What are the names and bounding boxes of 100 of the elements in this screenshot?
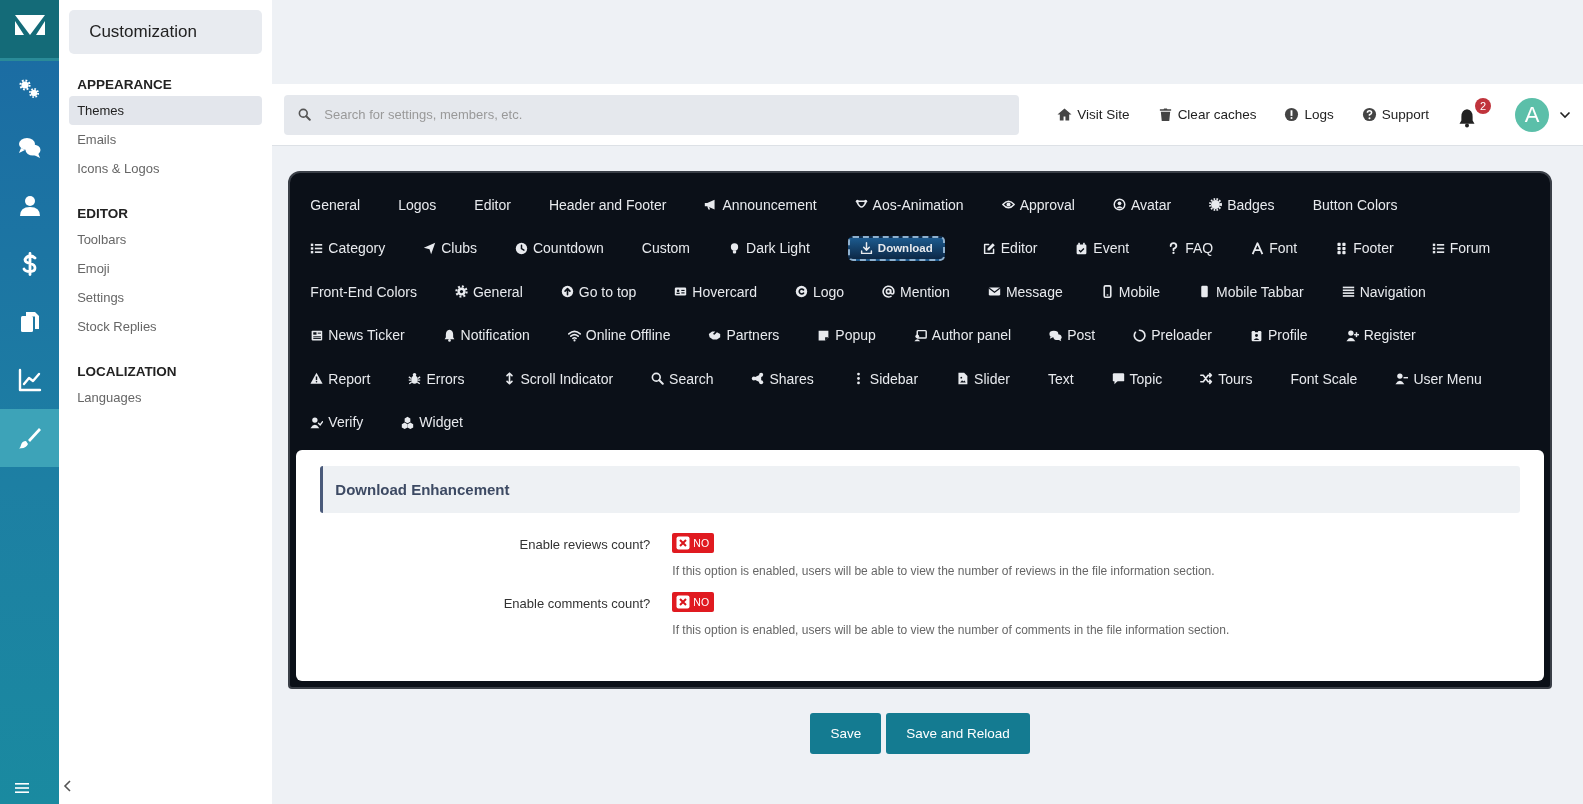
- tab[interactable]: Footer: [1335, 240, 1394, 257]
- tab[interactable]: Hovercard: [674, 283, 757, 300]
- chevron-left-icon[interactable]: [63, 778, 74, 794]
- tab[interactable]: Topic: [1111, 370, 1163, 387]
- tab[interactable]: Dark Light: [728, 240, 810, 257]
- tab[interactable]: Errors: [408, 370, 465, 387]
- tab[interactable]: Sidebar: [851, 370, 919, 387]
- tab[interactable]: General: [454, 283, 523, 300]
- tab[interactable]: Verify: [310, 414, 364, 431]
- badge-icon: [1209, 198, 1223, 212]
- tab[interactable]: Report: [310, 370, 371, 387]
- sidebar-item[interactable]: Themes: [69, 96, 263, 125]
- tab[interactable]: Preloader: [1133, 327, 1212, 344]
- sidebar-item[interactable]: Languages: [69, 383, 263, 412]
- cubes-icon: [401, 415, 415, 429]
- tab[interactable]: Widget: [401, 414, 463, 431]
- tab[interactable]: Slider: [956, 370, 1010, 387]
- tab[interactable]: News Ticker: [310, 327, 405, 344]
- tab[interactable]: Avatar: [1112, 196, 1172, 213]
- question-circle-icon: [1361, 107, 1377, 122]
- sidebar-item[interactable]: Emails: [69, 125, 263, 154]
- chevron-down-icon[interactable]: [1559, 110, 1571, 119]
- tab[interactable]: Approval: [1001, 196, 1075, 213]
- notifications-button[interactable]: 2: [1457, 97, 1491, 132]
- tab[interactable]: Font: [1251, 240, 1298, 257]
- tab[interactable]: Profile: [1249, 327, 1308, 344]
- visit-site-link[interactable]: Visit Site: [1057, 107, 1130, 122]
- tab[interactable]: Front-End Colors: [310, 283, 417, 300]
- tab[interactable]: Logo: [794, 283, 845, 300]
- tab[interactable]: Announcement: [704, 196, 817, 213]
- envelope-icon: [987, 285, 1001, 299]
- tab[interactable]: Message: [987, 283, 1063, 300]
- tab[interactable]: Logos: [398, 196, 437, 213]
- arrow-up-circle-icon: [560, 285, 574, 299]
- sidebar-item[interactable]: Stock Replies: [69, 312, 263, 341]
- tab[interactable]: Badges: [1209, 196, 1275, 213]
- tab[interactable]: FAQ: [1167, 240, 1214, 257]
- tab[interactable]: Editor: [982, 240, 1038, 257]
- tab[interactable]: Search: [651, 370, 714, 387]
- save-and-reload-button[interactable]: Save and Reload: [886, 713, 1030, 754]
- toggle-switch[interactable]: NO: [672, 592, 715, 612]
- tab[interactable]: Font Scale: [1290, 370, 1358, 387]
- logs-link[interactable]: Logs: [1284, 107, 1334, 122]
- tab[interactable]: Event: [1075, 240, 1130, 257]
- tab[interactable]: Go to top: [560, 283, 637, 300]
- sidebar-item[interactable]: Icons & Logos: [69, 154, 263, 183]
- wifi-icon: [567, 328, 581, 342]
- tab[interactable]: Popup: [817, 327, 876, 344]
- tab[interactable]: Forum: [1431, 240, 1491, 257]
- shuffle-icon: [1200, 372, 1214, 386]
- at-sign-icon: [882, 285, 896, 299]
- image-file-icon: [956, 372, 970, 386]
- tab[interactable]: Notification: [442, 327, 530, 344]
- tab[interactable]: Aos-Animation: [854, 196, 964, 213]
- tab[interactable]: Shares: [751, 370, 814, 387]
- tab[interactable]: Mention: [882, 283, 950, 300]
- option-hint: If this option is enabled, users will be able to view the number of reviews in the file information section.: [672, 564, 1215, 578]
- tab[interactable]: Button Colors: [1312, 196, 1398, 213]
- sidebar-item[interactable]: Emoji: [69, 254, 263, 283]
- sidebar-item[interactable]: Settings: [69, 283, 263, 312]
- tab[interactable]: Register: [1345, 327, 1416, 344]
- tab[interactable]: Category: [310, 240, 386, 257]
- support-link[interactable]: Support: [1361, 107, 1429, 122]
- menu-icon[interactable]: [14, 780, 30, 796]
- tab[interactable]: Tours: [1200, 370, 1253, 387]
- option-hint: If this option is enabled, users will be able to view the number of comments in the file information section.: [672, 623, 1230, 637]
- note-icon: [817, 328, 831, 342]
- tab[interactable]: Editor: [474, 196, 511, 213]
- gear-icon: [454, 285, 468, 299]
- tab[interactable]: Download: [847, 235, 945, 261]
- tab[interactable]: Post: [1049, 327, 1096, 344]
- tab[interactable]: Mobile: [1100, 283, 1160, 300]
- tab[interactable]: Partners: [708, 327, 780, 344]
- search-field[interactable]: Search for settings, members, etc.: [284, 94, 1020, 135]
- tab[interactable]: Custom: [641, 240, 690, 257]
- user-circle-icon: [1112, 198, 1126, 212]
- tab[interactable]: User Menu: [1395, 370, 1482, 387]
- tab[interactable]: Author panel: [913, 327, 1012, 344]
- brush-nav-item[interactable]: [0, 409, 60, 467]
- tab[interactable]: Mobile Tabbar: [1197, 283, 1304, 300]
- search-icon: [298, 107, 312, 121]
- tab[interactable]: Scroll Indicator: [502, 370, 614, 387]
- tab[interactable]: Navigation: [1341, 283, 1426, 300]
- save-button[interactable]: Save: [810, 713, 882, 754]
- home-icon: [1057, 107, 1073, 122]
- tab[interactable]: Text: [1047, 370, 1074, 387]
- clear-caches-link[interactable]: Clear caches: [1157, 107, 1257, 122]
- tab[interactable]: Header and Footer: [548, 196, 667, 213]
- bars-icon: [1341, 285, 1355, 299]
- tab[interactable]: Countdown: [514, 240, 604, 257]
- user-check-icon: [310, 415, 324, 429]
- section-title: Download Enhancement: [320, 466, 1520, 513]
- notification-count: 2: [1474, 97, 1491, 114]
- calendar-icon: [1075, 241, 1089, 255]
- tab[interactable]: Online Offline: [567, 327, 671, 344]
- sidebar-item[interactable]: Toolbars: [69, 225, 263, 254]
- tab[interactable]: Clubs: [423, 240, 477, 257]
- tab[interactable]: General: [310, 196, 361, 213]
- ring-icon: [1133, 328, 1147, 342]
- toggle-switch[interactable]: NO: [672, 533, 715, 553]
